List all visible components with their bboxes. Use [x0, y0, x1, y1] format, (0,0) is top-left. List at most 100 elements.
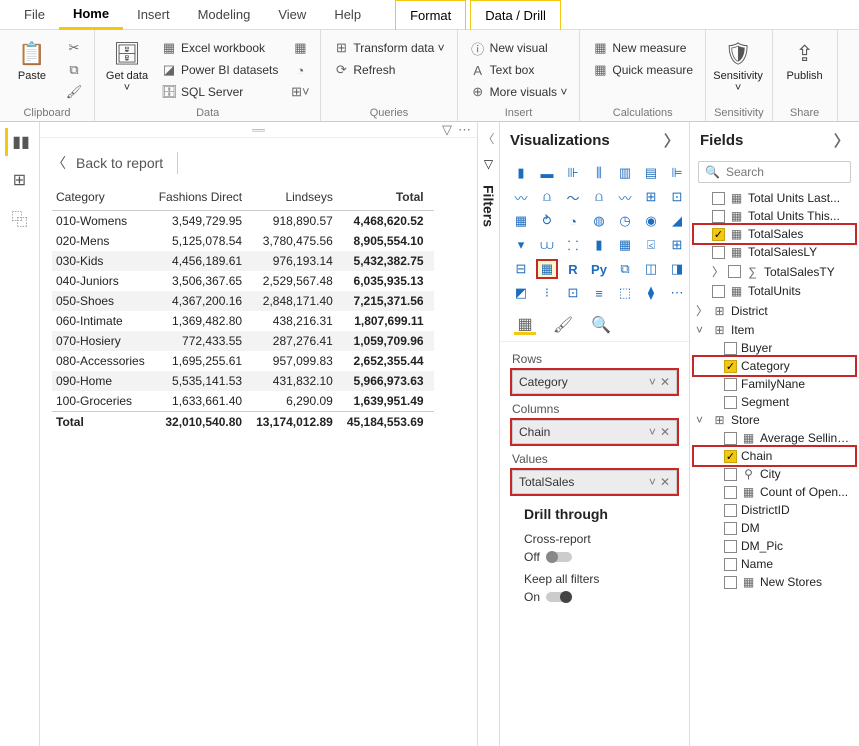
chevron-down-icon[interactable]: ˅: [649, 475, 656, 489]
visual-type-option[interactable]: 〰: [614, 187, 636, 207]
visual-type-option[interactable]: ▾: [510, 235, 532, 255]
columns-field-well[interactable]: Chain˅✕: [512, 420, 677, 444]
visual-type-option[interactable]: ◉: [640, 211, 662, 231]
field-item[interactable]: Segment: [694, 393, 855, 411]
filter-icon[interactable]: ▽: [442, 122, 452, 138]
field-item[interactable]: ▦New Stores: [694, 573, 855, 591]
table-district[interactable]: 〉⊞District: [694, 300, 855, 321]
cross-report-toggle[interactable]: Off: [524, 550, 665, 564]
tab-datadrill[interactable]: Data / Drill: [470, 0, 561, 30]
visual-type-option[interactable]: Py: [588, 259, 610, 279]
tab-file[interactable]: File: [10, 0, 59, 30]
transform-data-button[interactable]: ⊞Transform data ˅: [329, 38, 448, 58]
visual-type-option[interactable]: ▮: [588, 235, 610, 255]
matrix-header[interactable]: Category: [52, 186, 155, 211]
visual-type-option[interactable]: ▦: [510, 211, 532, 231]
visual-type-option[interactable]: ⸬: [562, 235, 584, 255]
field-item[interactable]: ▦Count of Open...: [694, 483, 855, 501]
tab-format[interactable]: Format: [395, 0, 466, 30]
field-item[interactable]: FamilyNane: [694, 375, 855, 393]
visual-type-option[interactable]: ⊪: [562, 163, 584, 183]
matrix-header[interactable]: Total: [343, 186, 434, 211]
visual-type-option[interactable]: ⧉: [614, 259, 636, 279]
visual-type-option[interactable]: ⩍: [536, 187, 558, 207]
visual-type-option[interactable]: ⍃: [640, 235, 662, 255]
field-item[interactable]: DistrictID: [694, 501, 855, 519]
fields-tab-button[interactable]: ▦: [514, 315, 536, 335]
field-item[interactable]: Buyer: [694, 339, 855, 357]
field-item[interactable]: ▦TotalSalesLY: [694, 243, 855, 261]
visual-type-option[interactable]: ▬: [536, 163, 558, 183]
tab-insert[interactable]: Insert: [123, 0, 184, 30]
refresh-button[interactable]: ⟳Refresh: [329, 60, 448, 80]
filters-pane-collapsed[interactable]: 〈 ▽ Filters: [477, 122, 499, 746]
visual-type-option[interactable]: ⊟: [510, 259, 532, 279]
matrix-visual[interactable]: CategoryFashions DirectLindseysTotal 010…: [52, 186, 434, 432]
field-item[interactable]: DM: [694, 519, 855, 537]
paste-button[interactable]: 📋 Paste: [8, 38, 56, 84]
field-item[interactable]: ▦Total Units This...: [694, 207, 855, 225]
format-painter-button[interactable]: 🖌: [62, 82, 86, 102]
table-row[interactable]: 010-Womens3,549,729.95918,890.574,468,62…: [52, 211, 434, 232]
visual-type-option[interactable]: 〰: [510, 187, 532, 207]
more-options-icon[interactable]: ⋯: [458, 122, 471, 138]
visual-type-option[interactable]: ⩊: [536, 235, 558, 255]
visual-type-option[interactable]: ◍: [588, 211, 610, 231]
text-box-button[interactable]: AText box: [466, 60, 572, 80]
tab-home[interactable]: Home: [59, 0, 123, 30]
table-row[interactable]: 100-Groceries1,633,661.406,290.091,639,9…: [52, 391, 434, 412]
table-row[interactable]: 080-Accessories1,695,255.61957,099.832,6…: [52, 351, 434, 371]
visual-type-option[interactable]: ⊞: [640, 187, 662, 207]
analytics-tab-button[interactable]: 🔍: [590, 315, 612, 335]
get-data-button[interactable]: 🗄 Get data ˅: [103, 38, 151, 96]
field-item[interactable]: ▦Average Selling...: [694, 429, 855, 447]
visual-type-option[interactable]: ◷: [614, 211, 636, 231]
visual-type-option[interactable]: ≡: [588, 283, 610, 303]
tab-help[interactable]: Help: [320, 0, 375, 30]
sensitivity-button[interactable]: 🛡 Sensitivity ˅: [714, 38, 762, 96]
publish-button[interactable]: ⇪ Publish: [781, 38, 829, 84]
chevron-right-icon[interactable]: 〉: [834, 130, 849, 151]
sql-server-button[interactable]: 🗄SQL Server: [157, 82, 282, 102]
table-row[interactable]: 090-Home5,535,141.53431,832.105,966,973.…: [52, 371, 434, 391]
recent-sources-button[interactable]: ◔: [288, 60, 312, 80]
visual-type-option[interactable]: ⁝: [536, 283, 558, 303]
field-item[interactable]: ⚲City: [694, 465, 855, 483]
dataverse-button[interactable]: ▦: [288, 38, 312, 58]
remove-icon[interactable]: ✕: [660, 375, 670, 389]
field-item[interactable]: ✓Category: [694, 357, 855, 375]
table-row[interactable]: 020-Mens5,125,078.543,780,475.568,905,55…: [52, 231, 434, 251]
visual-type-option[interactable]: ▦: [614, 235, 636, 255]
table-row[interactable]: 050-Shoes4,367,200.162,848,171.407,215,3…: [52, 291, 434, 311]
table-row[interactable]: 040-Juniors3,506,367.652,529,567.486,035…: [52, 271, 434, 291]
visual-type-option[interactable]: ◢: [666, 211, 688, 231]
table-row[interactable]: 070-Hosiery772,433.55287,276.411,059,709…: [52, 331, 434, 351]
matrix-header[interactable]: Lindseys: [252, 186, 343, 211]
fields-search[interactable]: 🔍 Search: [698, 161, 851, 183]
cut-button[interactable]: ✂: [62, 38, 86, 58]
tab-view[interactable]: View: [264, 0, 320, 30]
field-item[interactable]: DM_Pic: [694, 537, 855, 555]
copy-button[interactable]: ⧉: [62, 60, 86, 80]
visual-type-option[interactable]: ⊡: [562, 283, 584, 303]
new-measure-button[interactable]: ▦New measure: [588, 38, 697, 58]
visual-type-option[interactable]: ◔: [562, 211, 584, 231]
quick-measure-button[interactable]: ▦Quick measure: [588, 60, 697, 80]
visual-type-option[interactable]: ⥁: [536, 211, 558, 231]
excel-workbook-button[interactable]: ▦Excel workbook: [157, 38, 282, 58]
table-row[interactable]: 060-Intimate1,369,482.80438,216.311,807,…: [52, 311, 434, 331]
data-view-button[interactable]: ⊞: [5, 166, 35, 194]
visual-type-option[interactable]: ◨: [666, 259, 688, 279]
visual-type-option[interactable]: R: [562, 259, 584, 279]
visual-type-option[interactable]: ◩: [510, 283, 532, 303]
rows-field-well[interactable]: Category˅✕: [512, 370, 677, 394]
table-store[interactable]: ˅⊞Store: [694, 411, 855, 429]
format-tab-button[interactable]: 🖌: [552, 315, 574, 335]
remove-icon[interactable]: ✕: [660, 475, 670, 489]
visual-type-option[interactable]: 〜: [562, 187, 584, 207]
field-item[interactable]: ✓Chain: [694, 447, 855, 465]
pbi-datasets-button[interactable]: ◪Power BI datasets: [157, 60, 282, 80]
field-item[interactable]: ▦Total Units Last...: [694, 189, 855, 207]
visual-type-option[interactable]: ▮: [510, 163, 532, 183]
visual-type-option[interactable]: ▦: [536, 259, 558, 279]
